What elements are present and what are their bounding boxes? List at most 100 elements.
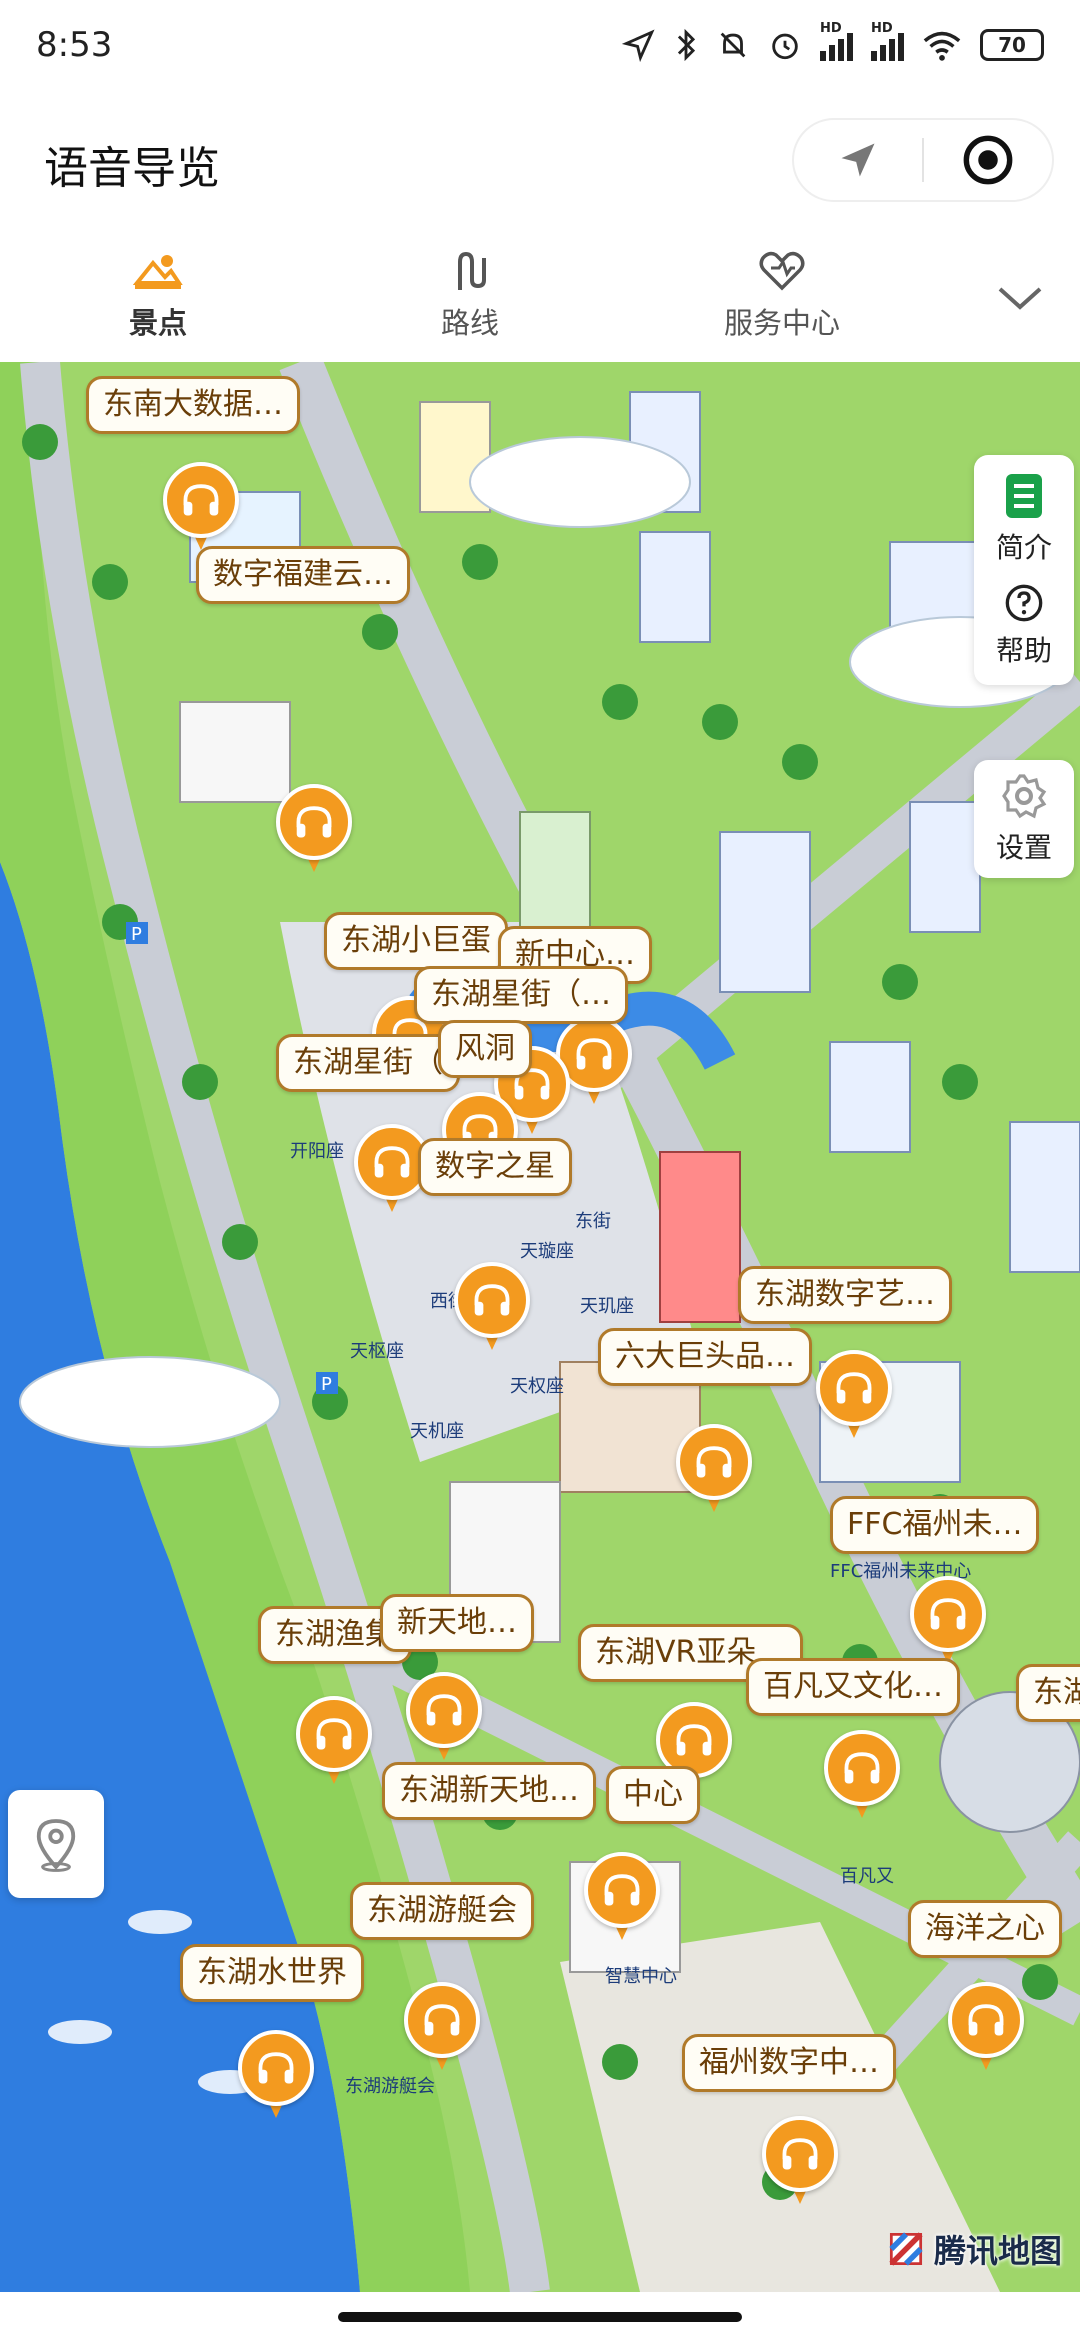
- audio-marker[interactable]: [238, 2030, 314, 2122]
- network-type: HD: [820, 21, 842, 36]
- settings-button[interactable]: 设置: [974, 760, 1074, 878]
- poi-label[interactable]: 东湖新天地…: [382, 1762, 596, 1820]
- headphones-icon: [374, 1146, 410, 1178]
- document-icon: [1005, 473, 1042, 518]
- map-text-east-street: 东街: [575, 1211, 611, 1232]
- map-text-tianshu: 天枢座: [350, 1341, 404, 1362]
- tab-scenery[interactable]: 景点: [98, 230, 218, 362]
- audio-marker[interactable]: [296, 1696, 372, 1788]
- audio-marker[interactable]: [163, 462, 239, 554]
- audio-marker[interactable]: [676, 1424, 752, 1516]
- question-icon: [1005, 584, 1043, 621]
- poi-label[interactable]: 数字之星: [418, 1138, 572, 1196]
- intro-button[interactable]: 简介: [996, 472, 1052, 566]
- poi-label[interactable]: 风洞: [438, 1020, 532, 1078]
- map-illustration: 东街 西街 天玑座 天枢座 天权座 天璇座 天机座 开阳座 智慧中心 东湖游艇会…: [0, 362, 1080, 2292]
- expand-tabs-button[interactable]: [990, 268, 1050, 328]
- audio-marker[interactable]: [406, 1672, 482, 1764]
- title-bar: 语音导览: [0, 90, 1080, 230]
- poi-label[interactable]: 六大巨头品…: [598, 1328, 812, 1386]
- location-arrow-icon: [622, 29, 655, 62]
- navigate-button[interactable]: [794, 120, 922, 200]
- poi-label[interactable]: 东湖星街（…: [414, 966, 628, 1024]
- headphones-icon: [676, 1724, 712, 1756]
- home-indicator[interactable]: [338, 2312, 742, 2322]
- map-text-yacht-club: 东湖游艇会: [345, 2076, 435, 2097]
- alarm-icon: [772, 33, 798, 60]
- tab-service-center[interactable]: 服务中心: [712, 230, 852, 362]
- headphones-icon: [424, 2004, 460, 2036]
- target-icon: [963, 135, 1013, 185]
- poi-label[interactable]: 百凡又文化…: [746, 1658, 960, 1716]
- location-pin-icon: [36, 1819, 76, 1872]
- poi-label[interactable]: 东湖水世界: [180, 1944, 364, 2002]
- map-text-tianquan: 天权座: [510, 1376, 564, 1397]
- headphones-icon: [844, 1752, 880, 1784]
- svg-text:P: P: [321, 1374, 332, 1395]
- poi-label[interactable]: 中心: [606, 1766, 700, 1824]
- audio-marker[interactable]: [276, 784, 352, 876]
- map-provider-logo: 腾讯地图: [884, 2226, 1062, 2272]
- headphones-icon: [604, 1874, 640, 1906]
- map-text-tianji-2: 天机座: [410, 1421, 464, 1442]
- audio-marker[interactable]: [404, 1982, 480, 2074]
- map-text-tianxuan: 天璇座: [520, 1241, 574, 1262]
- tab-label-service-center: 服务中心: [723, 306, 840, 340]
- poi-label[interactable]: 东南大数据…: [86, 376, 300, 434]
- headphones-icon: [296, 806, 332, 838]
- headphones-icon: [968, 2004, 1004, 2036]
- chevron-down-icon: [998, 287, 1042, 310]
- poi-label[interactable]: 新天地…: [380, 1594, 534, 1652]
- headphones-icon: [836, 1372, 872, 1404]
- gear-icon: [1002, 774, 1047, 819]
- mini-program-capsule: [792, 118, 1054, 202]
- help-label: 帮助: [995, 633, 1052, 667]
- navigation-arrow-icon: [841, 143, 875, 177]
- signal-icon: HD: [820, 21, 853, 61]
- audio-marker[interactable]: [762, 2116, 838, 2208]
- svg-text:P: P: [131, 924, 142, 945]
- poi-label[interactable]: 东湖星街（: [276, 1034, 460, 1092]
- poi-label[interactable]: 东湖数字艺…: [738, 1266, 952, 1324]
- intro-label: 简介: [995, 530, 1052, 564]
- settings-label: 设置: [995, 831, 1052, 864]
- signal-icon: HD: [871, 21, 904, 61]
- headphones-icon: [426, 1694, 462, 1726]
- poi-label[interactable]: 数字福建云…: [196, 546, 410, 604]
- map-view[interactable]: 东街 西街 天玑座 天枢座 天权座 天璇座 天机座 开阳座 智慧中心 东湖游艇会…: [0, 362, 1080, 2292]
- heart-icon: [757, 250, 807, 292]
- status-time: 8:53: [36, 25, 113, 65]
- audio-marker[interactable]: [584, 1852, 660, 1944]
- audio-marker[interactable]: [816, 1350, 892, 1442]
- map-provider-name: 腾讯地图: [933, 2232, 1062, 2270]
- audio-marker[interactable]: [454, 1262, 530, 1354]
- map-text-baifanyou: 百凡又: [840, 1866, 894, 1887]
- navigation-bar: [0, 2292, 1080, 2340]
- bluetooth-icon: [677, 28, 696, 62]
- headphones-icon: [782, 2138, 818, 2170]
- poi-label[interactable]: 海洋之心: [908, 1900, 1062, 1958]
- close-program-button[interactable]: [924, 120, 1052, 200]
- tab-label-scenery: 景点: [128, 306, 187, 340]
- poi-label[interactable]: 福州数字中…: [682, 2034, 896, 2092]
- locate-button[interactable]: [8, 1790, 104, 1898]
- help-button[interactable]: 帮助: [996, 583, 1052, 669]
- tab-route[interactable]: 路线: [410, 230, 530, 362]
- poi-label[interactable]: FFC福州未…: [830, 1496, 1040, 1554]
- headphones-icon: [474, 1284, 510, 1316]
- battery-indicator: 70: [980, 29, 1044, 61]
- headphones-icon: [576, 1038, 612, 1070]
- route-icon: [445, 250, 495, 292]
- headphones-icon: [930, 1598, 966, 1630]
- map-text-smart-center: 智慧中心: [605, 1966, 677, 1987]
- status-icons: HD HD 70: [622, 21, 1044, 62]
- audio-marker[interactable]: [948, 1982, 1024, 2074]
- scenery-icon: [133, 250, 183, 292]
- poi-label[interactable]: 东湖游艇会: [350, 1882, 534, 1940]
- category-tabs: 景点 路线 服务中心: [0, 230, 1080, 362]
- audio-marker[interactable]: [824, 1730, 900, 1822]
- poi-label[interactable]: 东湖小巨蛋: [324, 912, 508, 970]
- tencent-map-icon: [889, 2232, 923, 2266]
- audio-marker[interactable]: [910, 1576, 986, 1668]
- poi-label[interactable]: 东湖: [1016, 1664, 1080, 1722]
